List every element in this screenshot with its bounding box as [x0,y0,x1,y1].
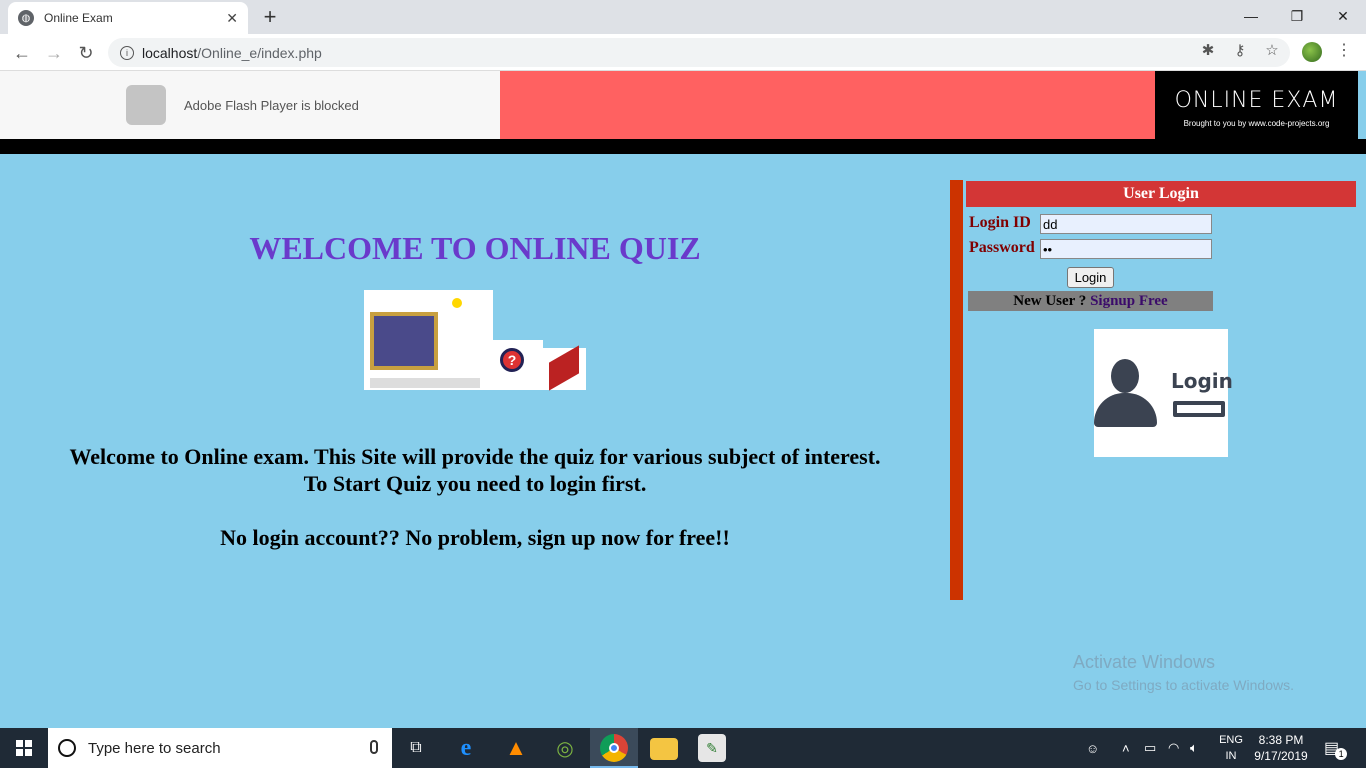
reload-button[interactable]: ↻ [74,41,98,65]
puzzle-icon[interactable]: ✱ [1198,41,1218,59]
login-button[interactable]: Login [1067,267,1114,288]
login-panel-border [950,180,963,600]
key-icon[interactable]: ⚷ [1230,41,1250,59]
taskbar-clock[interactable]: 8:38 PM 9/17/2019 [1250,732,1312,764]
lang-top: ENG [1219,734,1243,746]
welcome-line-2: To Start Quiz you need to login first. [303,471,647,496]
chrome-icon[interactable] [600,734,628,762]
brand-tagline: Brought to you by www.code-projects.org [1183,119,1330,128]
clock-time: 8:38 PM [1258,733,1304,747]
notification-icon[interactable]: ▤ 1 [1324,728,1348,768]
new-user-text: New User ? [1013,293,1091,309]
task-view-icon[interactable]: ⧉ [402,734,430,762]
flash-blocked-banner[interactable]: Adobe Flash Player is blocked [0,71,500,139]
brand-title: ONLINE EXAM [1174,88,1339,113]
url-host: localhost [142,44,198,61]
login-heading: User Login [966,181,1356,207]
minimize-button[interactable]: — [1228,0,1274,32]
internet-explorer-icon[interactable]: e [452,734,480,762]
search-placeholder: Type here to search [88,739,221,757]
microphone-icon[interactable] [370,740,378,754]
magnifier-question-icon: ? [493,340,543,390]
profile-avatar[interactable] [1302,42,1322,62]
header-divider [0,139,1366,154]
page-title: WELCOME TO ONLINE QUIZ [249,230,701,266]
info-icon[interactable]: i [120,45,134,60]
wifi-icon[interactable]: ◠ [1168,728,1179,768]
star-icon[interactable]: ☆ [1262,41,1282,59]
people-icon[interactable]: ☺ [1086,728,1099,768]
back-button[interactable]: ← [10,41,34,65]
file-explorer-icon[interactable] [650,738,678,760]
blackboard-image [364,290,493,390]
watermark-line-1: Activate Windows [1073,652,1216,672]
tab-close-icon[interactable]: ✕ [226,10,238,27]
new-tab-button[interactable]: + [258,4,282,30]
login-illustration-text: Login [1171,369,1233,393]
windows-logo-icon [16,740,32,756]
forward-button[interactable]: → [42,41,66,65]
input-language[interactable]: ENG IN [1217,732,1245,764]
book-icon [543,345,586,391]
lang-bottom: IN [1225,750,1237,762]
login-id-label: Login ID [969,214,1031,231]
taskbar-search-box[interactable]: Type here to search [48,728,392,768]
notification-count: 1 [1335,748,1348,760]
battery-icon[interactable]: ▭ [1144,728,1156,768]
signup-link[interactable]: Signup Free [1090,293,1168,309]
tab-title: Online Exam [44,11,113,25]
globe-icon: ◍ [18,10,34,26]
address-bar-row: ← → ↻ i localhost/Online_e/index.php [0,34,1366,71]
url-input[interactable]: i localhost/Online_e/index.php [108,38,1290,67]
password-input[interactable] [1040,239,1212,259]
browser-tab-bar: ◍ Online Exam ✕ + — ❐ ✕ [0,0,1366,34]
restore-button[interactable]: ❐ [1274,0,1320,32]
start-button[interactable] [0,728,48,768]
tab-online-exam[interactable]: ◍ Online Exam ✕ [8,2,248,34]
clock-date: 9/17/2019 [1254,749,1308,763]
welcome-line-3: No login account?? No problem, sign up n… [220,525,730,550]
user-silhouette-icon [1111,359,1139,393]
login-illustration: Login [1094,329,1233,457]
flash-blocked-message: Adobe Flash Player is blocked [184,98,359,113]
volume-icon[interactable]: 🔈︎ [1190,728,1198,768]
show-hidden-icons-chevron-icon[interactable]: ˄ [1122,728,1130,768]
welcome-line-1: Welcome to Online exam. This Site will p… [69,444,881,469]
cortana-icon [58,739,76,757]
welcome-message: Welcome to Online exam. This Site will p… [50,443,900,551]
window-close-button[interactable]: ✕ [1320,0,1366,32]
taskbar: Type here to search ⧉ e ▲ ◎ ✎ ☺ ˄ ▭ ◠ 🔈︎… [0,728,1366,768]
activate-windows-watermark: Activate Windows Go to Settings to activ… [1073,652,1294,693]
android-studio-icon[interactable]: ◎ [551,734,579,762]
menu-icon[interactable]: ⋮ [1336,40,1352,60]
editor-app-icon[interactable]: ✎ [698,734,726,762]
new-user-bar: New User ? Signup Free [968,291,1213,311]
quiz-illustration: ? [364,290,586,391]
plugin-puzzle-icon [126,85,166,125]
vlc-icon[interactable]: ▲ [502,734,530,762]
watermark-line-2: Go to Settings to activate Windows. [1073,677,1294,693]
url-path: /Online_e/index.php [197,44,322,61]
header-banner [500,71,1155,139]
login-id-input[interactable] [1040,214,1212,234]
password-label: Password [969,239,1035,256]
